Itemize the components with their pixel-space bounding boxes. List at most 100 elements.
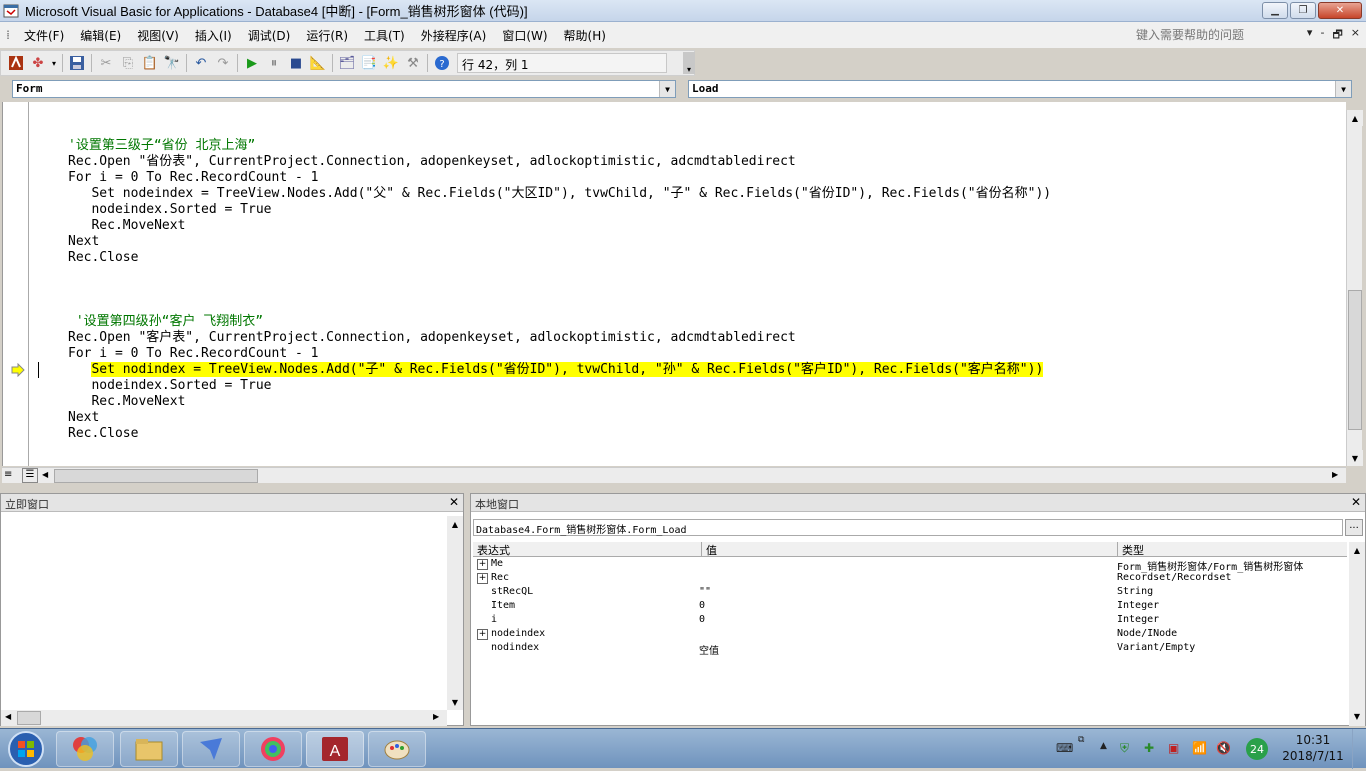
- object-browser-icon[interactable]: ✨: [380, 53, 402, 73]
- object-combo[interactable]: Form ▼: [12, 80, 676, 98]
- menu-tools[interactable]: 工具(T): [356, 27, 413, 44]
- insert-module-icon[interactable]: ✤: [27, 53, 49, 73]
- expand-icon[interactable]: +: [477, 559, 488, 570]
- notification-badge[interactable]: 24: [1246, 738, 1268, 760]
- locals-window[interactable]: 本地窗口 ✕ Database4.Form_销售树形窗体.Form_Load .…: [470, 493, 1366, 726]
- immediate-vscroll[interactable]: ▲ ▼: [447, 516, 463, 710]
- call-stack-button[interactable]: ...: [1345, 519, 1363, 536]
- properties-icon[interactable]: 📑: [358, 53, 380, 73]
- menu-file[interactable]: 文件(F): [16, 27, 72, 44]
- network-icon[interactable]: 📶: [1192, 741, 1207, 755]
- close-icon[interactable]: ✕: [1349, 495, 1363, 509]
- locals-row[interactable]: + Rec Recordset/Recordset: [473, 572, 1347, 586]
- header-value[interactable]: 值: [701, 542, 717, 557]
- paint-icon[interactable]: [368, 731, 426, 767]
- taskbar-app-icon[interactable]: [56, 731, 114, 767]
- copy-icon[interactable]: ⎘: [117, 53, 139, 73]
- find-icon[interactable]: 🔭: [161, 53, 183, 73]
- show-desktop-button[interactable]: [1352, 729, 1366, 769]
- code-vertical-scrollbar[interactable]: ▲ ▼: [1346, 110, 1363, 466]
- locals-row[interactable]: stRecQL "" String: [473, 586, 1347, 600]
- redo-icon[interactable]: ↷: [212, 53, 234, 73]
- security-icon[interactable]: ▣: [1168, 741, 1179, 755]
- full-module-view-icon[interactable]: ☰: [22, 468, 38, 483]
- header-expression[interactable]: 表达式: [477, 542, 510, 558]
- menu-addins[interactable]: 外接程序(A): [413, 27, 495, 44]
- run-icon[interactable]: ▶: [241, 53, 263, 73]
- help-dropdown-icon[interactable]: ▾: [1307, 26, 1313, 45]
- scroll-left-icon[interactable]: ◀: [42, 470, 48, 479]
- mdi-close-button[interactable]: ×: [1351, 26, 1360, 45]
- menu-insert[interactable]: 插入(I): [187, 27, 240, 44]
- mdi-restore-button[interactable]: 🗗: [1332, 26, 1342, 45]
- immediate-window[interactable]: 立即窗口 ✕ ▲ ▼ ◀ ▶: [0, 493, 464, 726]
- scroll-left-icon[interactable]: ◀: [5, 712, 11, 721]
- code-editor[interactable]: '设置第三级子“省份 北京上海” Rec.Open "省份表", Current…: [2, 102, 1346, 466]
- scroll-up-icon[interactable]: ▲: [447, 516, 463, 532]
- immediate-hscroll[interactable]: ◀ ▶: [1, 710, 447, 726]
- locals-row[interactable]: + nodeindex Node/INode: [473, 628, 1347, 642]
- project-explorer-icon[interactable]: 🗂: [336, 53, 358, 73]
- tray-up-icon[interactable]: ▲: [1100, 741, 1107, 751]
- cut-icon[interactable]: ✂: [95, 53, 117, 73]
- locals-row[interactable]: i 0 Integer: [473, 614, 1347, 628]
- menu-debug[interactable]: 调试(D): [240, 27, 299, 44]
- chevron-down-icon[interactable]: ▼: [1335, 81, 1351, 97]
- access-icon[interactable]: A: [306, 731, 364, 767]
- code-horizontal-scrollbar[interactable]: ≡ ☰ ◀ ▶: [2, 467, 1346, 483]
- menu-view[interactable]: 视图(V): [129, 27, 187, 44]
- mdi-minimize-button[interactable]: -: [1320, 26, 1324, 45]
- menu-window[interactable]: 窗口(W): [494, 27, 555, 44]
- help-search-input[interactable]: 键入需要帮助的问题: [1132, 25, 1304, 44]
- procedure-combo[interactable]: Load ▼: [688, 80, 1352, 98]
- menu-help[interactable]: 帮助(H): [556, 27, 614, 44]
- clock[interactable]: 10:31 2018/7/11: [1280, 732, 1346, 764]
- close-button[interactable]: ✕: [1318, 2, 1362, 19]
- start-button[interactable]: [6, 730, 46, 768]
- scroll-down-icon[interactable]: ▼: [1347, 450, 1363, 466]
- locals-row[interactable]: Item 0 Integer: [473, 600, 1347, 614]
- chevron-down-icon[interactable]: ▼: [659, 81, 675, 97]
- header-type[interactable]: 类型: [1117, 542, 1144, 557]
- volume-icon[interactable]: 🔇: [1216, 741, 1231, 755]
- procedure-view-icon[interactable]: ≡: [4, 469, 12, 480]
- file-explorer-icon[interactable]: [120, 731, 178, 767]
- restore-button[interactable]: ❐: [1290, 2, 1316, 19]
- scroll-down-icon[interactable]: ▼: [1349, 708, 1365, 724]
- minimize-button[interactable]: ▁: [1262, 2, 1288, 19]
- toolbox-icon[interactable]: ⚒: [402, 53, 424, 73]
- locals-vscroll[interactable]: ▲ ▼: [1349, 542, 1365, 726]
- menu-run[interactable]: 运行(R): [298, 27, 356, 44]
- expand-icon[interactable]: +: [477, 573, 488, 584]
- paste-icon[interactable]: 📋: [139, 53, 161, 73]
- code-margin[interactable]: [3, 102, 29, 466]
- scroll-up-icon[interactable]: ▲: [1347, 110, 1363, 126]
- locals-row[interactable]: + Me Form_销售树形窗体/Form_销售树形窗体: [473, 558, 1347, 573]
- plus-icon[interactable]: ✚: [1144, 741, 1154, 755]
- menu-edit[interactable]: 编辑(E): [72, 27, 129, 44]
- photos-icon[interactable]: [244, 731, 302, 767]
- scroll-right-icon[interactable]: ▶: [433, 712, 439, 721]
- messenger-icon[interactable]: [182, 731, 240, 767]
- dropdown-icon[interactable]: ▾: [49, 53, 59, 73]
- help-icon[interactable]: ?: [431, 53, 453, 73]
- hscroll-thumb[interactable]: [54, 469, 258, 483]
- expand-icon[interactable]: +: [477, 629, 488, 640]
- scroll-thumb[interactable]: [1348, 290, 1362, 430]
- shield-icon[interactable]: ⛨: [1120, 741, 1129, 756]
- view-access-icon[interactable]: [5, 53, 27, 73]
- keyboard-icon[interactable]: ⌨: [1056, 741, 1073, 755]
- toolbar-overflow-icon[interactable]: ▾: [683, 52, 695, 74]
- locals-row[interactable]: nodindex 空值 Variant/Empty: [473, 642, 1347, 657]
- reset-icon[interactable]: ■: [285, 53, 307, 73]
- tray-expand-icon[interactable]: ⧉: [1078, 735, 1084, 745]
- scroll-down-icon[interactable]: ▼: [447, 694, 463, 710]
- close-icon[interactable]: ✕: [447, 495, 461, 509]
- hscroll-thumb[interactable]: [17, 711, 41, 725]
- scroll-right-icon[interactable]: ▶: [1332, 470, 1338, 479]
- undo-icon[interactable]: ↶: [190, 53, 212, 73]
- scroll-up-icon[interactable]: ▲: [1349, 542, 1365, 558]
- design-mode-icon[interactable]: 📐: [307, 53, 329, 73]
- save-icon[interactable]: [66, 53, 88, 73]
- break-icon[interactable]: ⏸: [263, 53, 285, 73]
